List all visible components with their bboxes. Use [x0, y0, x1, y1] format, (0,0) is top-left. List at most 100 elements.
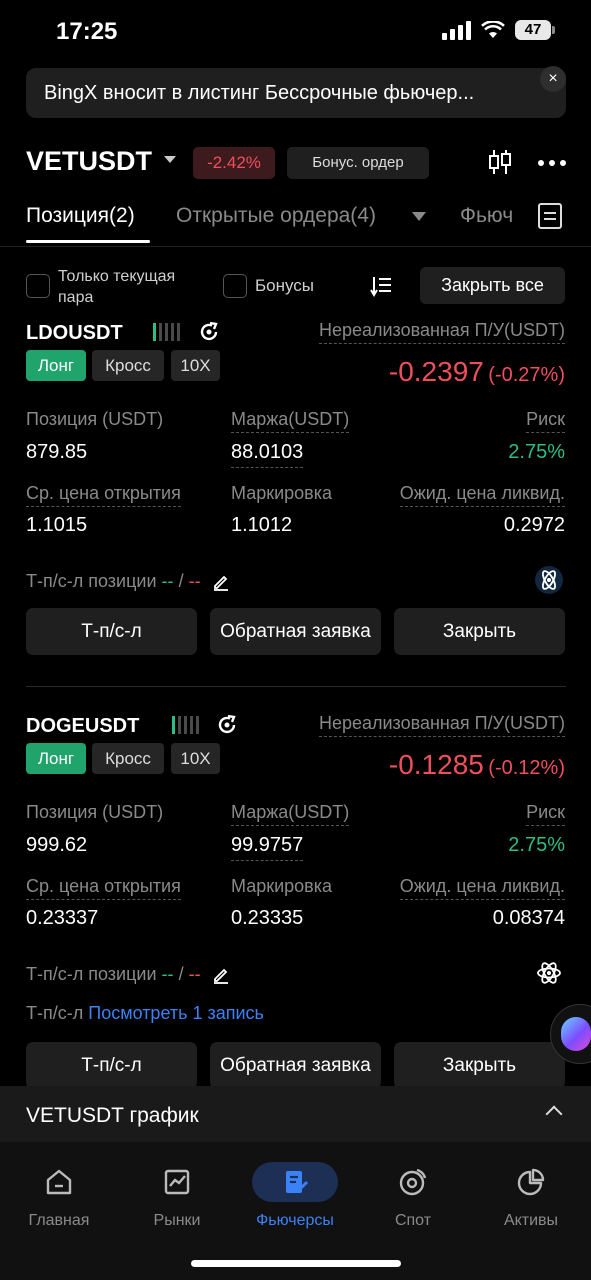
- margin-mode-tag: Кросс: [92, 350, 164, 381]
- card-divider: [26, 686, 566, 687]
- risk-label[interactable]: Риск: [526, 802, 565, 826]
- nav-assets[interactable]: Активы: [476, 1158, 586, 1230]
- leverage-tag[interactable]: 10X: [171, 350, 220, 381]
- close-position-button[interactable]: Закрыть: [394, 1042, 565, 1089]
- tpsl-records-label: Т-п/с-л: [26, 1003, 84, 1023]
- take-profit-value: --: [161, 964, 174, 984]
- share-icon[interactable]: [216, 714, 238, 736]
- stop-loss-value: --: [188, 571, 201, 591]
- position-tpsl-row[interactable]: Т-п/с-л позиции -- / --: [26, 964, 230, 985]
- tpsl-records-row: Т-п/с-л Посмотреть 1 запись: [26, 1003, 264, 1024]
- current-pair-label[interactable]: Только текущая пара: [58, 266, 208, 308]
- sort-icon[interactable]: [370, 275, 392, 297]
- edit-icon[interactable]: [212, 573, 230, 592]
- leverage-tag[interactable]: 10X: [171, 743, 220, 774]
- unrealized-pnl-label[interactable]: Нереализованная П/У(USDT): [318, 320, 565, 344]
- banner-text[interactable]: BingX вносит в листинг Бессрочные фьючер…: [44, 82, 474, 105]
- tpsl-button[interactable]: Т-п/с-л: [26, 1042, 197, 1089]
- margin-value[interactable]: 88.0103: [231, 441, 304, 468]
- liquidation-price-value: 0.08374: [492, 907, 565, 929]
- liquidation-price-label[interactable]: Ожид. цена ликвид.: [399, 483, 565, 507]
- reverse-order-button[interactable]: Обратная заявка: [210, 608, 381, 655]
- candlestick-chart-icon[interactable]: [488, 148, 512, 176]
- unrealized-pnl-value: -0.1285 (-0.12%): [389, 749, 565, 781]
- view-records-link[interactable]: Посмотреть 1 запись: [88, 1003, 264, 1023]
- ai-assistant-icon[interactable]: [534, 565, 564, 595]
- announcement-banner[interactable]: BingX вносит в листинг Бессрочные фьючер…: [26, 68, 566, 118]
- bonuses-label[interactable]: Бонусы: [255, 276, 314, 296]
- unrealized-pnl-value: -0.2397 (-0.27%): [389, 356, 565, 388]
- edit-icon[interactable]: [212, 966, 230, 985]
- position-pair[interactable]: LDOUSDT: [26, 322, 123, 345]
- home-indicator: [191, 1260, 401, 1267]
- ai-assistant-icon[interactable]: [534, 958, 564, 988]
- nav-futures-label: Фьючерсы: [256, 1212, 334, 1229]
- margin-mode-tag: Кросс: [92, 743, 164, 774]
- side-tag: Лонг: [26, 743, 86, 774]
- mark-price-label: Маркировка: [231, 483, 333, 503]
- entry-price-value: 1.1015: [26, 514, 88, 536]
- tab-positions[interactable]: Позиция(2): [26, 204, 135, 228]
- assistant-orb-icon: [561, 1017, 591, 1051]
- price-change-badge: -2.42%: [193, 147, 275, 179]
- tpsl-label: Т-п/с-л позиции: [26, 571, 157, 591]
- chevron-down-icon[interactable]: [412, 212, 426, 221]
- more-options-icon[interactable]: [538, 160, 566, 166]
- nav-home-label: Главная: [28, 1212, 90, 1229]
- tpsl-button[interactable]: Т-п/с-л: [26, 608, 197, 655]
- nav-markets[interactable]: Рынки: [122, 1158, 232, 1230]
- close-position-button[interactable]: Закрыть: [394, 608, 565, 655]
- markets-icon: [164, 1169, 190, 1195]
- entry-price-value: 0.23337: [26, 907, 99, 929]
- entry-price-label[interactable]: Ср. цена открытия: [26, 483, 181, 507]
- tab-open-orders[interactable]: Открытые ордера(4): [176, 204, 376, 228]
- current-pair-checkbox[interactable]: [26, 274, 50, 298]
- futures-icon: [286, 1171, 308, 1193]
- pnl-percent: (-0.12%): [488, 757, 565, 779]
- mark-price-value: 1.1012: [231, 514, 293, 536]
- risk-value: 2.75%: [508, 441, 565, 463]
- nav-markets-label: Рынки: [153, 1212, 201, 1229]
- reverse-order-button[interactable]: Обратная заявка: [210, 1042, 381, 1089]
- tab-active-indicator: [26, 240, 150, 243]
- home-icon: [46, 1169, 72, 1195]
- entry-price-label[interactable]: Ср. цена открытия: [26, 876, 181, 900]
- position-size-label: Позиция (USDT): [26, 802, 164, 822]
- margin-label[interactable]: Маржа(USDT): [231, 409, 350, 433]
- risk-value: 2.75%: [508, 834, 565, 856]
- liquidation-price-value: 0.2972: [503, 514, 565, 536]
- position-size-value: 879.85: [26, 441, 88, 463]
- bonus-order-button[interactable]: Бонус. ордер: [287, 147, 429, 179]
- tpsl-separator: /: [178, 571, 184, 591]
- nav-spot[interactable]: Спот: [358, 1158, 468, 1230]
- order-history-icon[interactable]: [538, 203, 562, 229]
- status-time: 17:25: [56, 18, 118, 45]
- risk-label[interactable]: Риск: [526, 409, 565, 433]
- side-tag: Лонг: [26, 350, 86, 381]
- liquidation-price-label[interactable]: Ожид. цена ликвид.: [399, 876, 565, 900]
- take-profit-value: --: [161, 571, 174, 591]
- nav-spot-label: Спот: [394, 1212, 432, 1229]
- spot-icon: [399, 1168, 427, 1196]
- wifi-icon: [481, 21, 505, 38]
- chart-panel-title[interactable]: VETUSDT график: [26, 1104, 199, 1128]
- tpsl-label: Т-п/с-л позиции: [26, 964, 157, 984]
- unrealized-pnl-label[interactable]: Нереализованная П/У(USDT): [318, 713, 565, 737]
- margin-value[interactable]: 99.9757: [231, 834, 304, 861]
- tab-futures[interactable]: Фьюч: [460, 204, 513, 228]
- share-icon[interactable]: [198, 321, 220, 343]
- stop-loss-value: --: [188, 964, 201, 984]
- cellular-signal-icon: [442, 20, 471, 40]
- close-all-button[interactable]: Закрыть все: [420, 267, 565, 304]
- pnl-amount: -0.1285: [388, 749, 484, 780]
- nav-futures[interactable]: Фьючерсы: [240, 1158, 350, 1230]
- symbol-title[interactable]: VETUSDT: [26, 146, 152, 177]
- position-pair[interactable]: DOGEUSDT: [26, 715, 139, 738]
- bonuses-checkbox[interactable]: [223, 274, 247, 298]
- symbol-dropdown-icon[interactable]: [164, 156, 176, 163]
- nav-home[interactable]: Главная: [4, 1158, 114, 1230]
- position-tpsl-row[interactable]: Т-п/с-л позиции -- / --: [26, 571, 230, 592]
- margin-label[interactable]: Маржа(USDT): [231, 802, 350, 826]
- banner-close-button[interactable]: ×: [540, 66, 566, 92]
- pnl-percent: (-0.27%): [488, 364, 565, 386]
